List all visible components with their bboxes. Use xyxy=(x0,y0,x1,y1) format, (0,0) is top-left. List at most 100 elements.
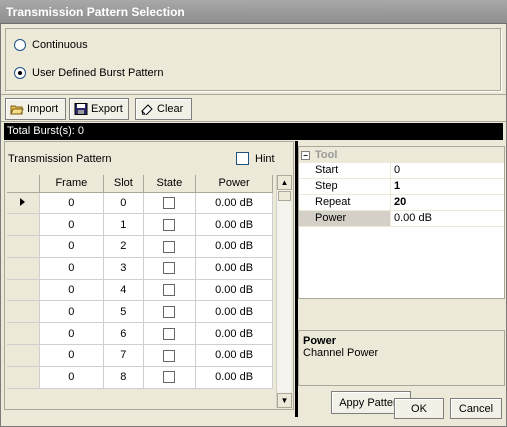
table-row[interactable]: 0 8 0.00 dB xyxy=(7,366,273,389)
row-selector[interactable] xyxy=(7,235,40,258)
cell-frame[interactable]: 0 xyxy=(39,235,105,258)
col-header-state[interactable]: State xyxy=(143,175,197,193)
row-selector[interactable] xyxy=(7,279,40,302)
property-value[interactable]: 0.00 dB xyxy=(391,211,504,226)
cell-power[interactable]: 0.00 dB xyxy=(195,235,273,258)
table-row[interactable]: 0 6 0.00 dB xyxy=(7,322,273,346)
cell-state[interactable] xyxy=(143,300,197,324)
floppy-disk-icon xyxy=(74,103,88,115)
cell-slot[interactable]: 6 xyxy=(103,322,144,346)
row-selector[interactable] xyxy=(7,344,40,367)
scroll-thumb[interactable] xyxy=(278,191,291,201)
cell-state[interactable] xyxy=(143,213,197,237)
cell-frame[interactable]: 0 xyxy=(39,300,105,324)
cell-frame[interactable]: 0 xyxy=(39,322,105,346)
cell-slot[interactable]: 8 xyxy=(103,366,144,389)
cell-slot[interactable]: 3 xyxy=(103,257,144,280)
cell-frame[interactable]: 0 xyxy=(39,213,105,237)
property-value[interactable]: 20 xyxy=(391,195,504,210)
cell-state[interactable] xyxy=(143,366,197,389)
radio-continuous-indicator[interactable] xyxy=(14,39,26,51)
cancel-button[interactable]: Cancel xyxy=(450,398,502,419)
cell-power[interactable]: 0.00 dB xyxy=(195,322,273,346)
cell-frame[interactable]: 0 xyxy=(39,257,105,280)
property-row-start[interactable]: Start 0 xyxy=(299,163,504,179)
cell-power[interactable]: 0.00 dB xyxy=(195,366,273,389)
radio-continuous[interactable]: Continuous xyxy=(14,39,88,51)
import-button[interactable]: Import xyxy=(5,98,66,120)
table-row[interactable]: 0 2 0.00 dB xyxy=(7,235,273,258)
table-row[interactable]: 0 5 0.00 dB xyxy=(7,300,273,324)
dialog-body: Continuous User Defined Burst Pattern Im… xyxy=(0,24,507,427)
current-row-arrow-icon xyxy=(20,197,26,206)
radio-user-defined[interactable]: User Defined Burst Pattern xyxy=(14,67,163,79)
property-value[interactable]: 0 xyxy=(391,163,504,178)
cell-slot[interactable]: 0 xyxy=(103,192,144,215)
cell-power[interactable]: 0.00 dB xyxy=(195,344,273,367)
table-row[interactable]: 0 0 0.00 dB xyxy=(7,192,273,215)
cell-frame[interactable]: 0 xyxy=(39,366,105,389)
total-bursts-label: Total Burst(s): 0 xyxy=(7,125,85,137)
cell-frame[interactable]: 0 xyxy=(39,344,105,367)
title-bar[interactable]: Transmission Pattern Selection xyxy=(0,0,507,24)
state-checkbox[interactable] xyxy=(163,284,176,297)
col-header-frame[interactable]: Frame xyxy=(39,175,105,193)
property-row-power[interactable]: Power 0.00 dB xyxy=(299,211,504,227)
cell-frame[interactable]: 0 xyxy=(39,192,105,215)
table-row[interactable]: 0 4 0.00 dB xyxy=(7,279,273,302)
tool-category-label: Tool xyxy=(315,149,338,161)
cell-state[interactable] xyxy=(143,257,197,280)
state-checkbox[interactable] xyxy=(163,327,176,340)
table-row[interactable]: 0 1 0.00 dB xyxy=(7,213,273,237)
cell-state[interactable] xyxy=(143,192,197,215)
cell-slot[interactable]: 1 xyxy=(103,213,144,237)
row-selector[interactable] xyxy=(7,257,40,280)
state-checkbox[interactable] xyxy=(163,218,176,231)
state-checkbox[interactable] xyxy=(163,349,176,362)
cell-slot[interactable]: 5 xyxy=(103,300,144,324)
row-selector[interactable] xyxy=(7,322,40,346)
hint-checkbox-box[interactable] xyxy=(236,152,249,165)
cell-state[interactable] xyxy=(143,279,197,302)
state-checkbox[interactable] xyxy=(163,305,176,318)
tool-category[interactable]: − Tool xyxy=(299,147,504,163)
cell-power[interactable]: 0.00 dB xyxy=(195,300,273,324)
cell-power[interactable]: 0.00 dB xyxy=(195,192,273,215)
pattern-scrollbar[interactable]: ▲ ▼ xyxy=(276,175,292,408)
row-selector[interactable] xyxy=(7,366,40,389)
cell-state[interactable] xyxy=(143,322,197,346)
table-row[interactable]: 0 3 0.00 dB xyxy=(7,257,273,280)
table-row[interactable]: 0 7 0.00 dB xyxy=(7,344,273,367)
hint-checkbox[interactable]: Hint xyxy=(236,152,275,165)
row-selector[interactable] xyxy=(7,300,40,324)
col-header-slot[interactable]: Slot xyxy=(103,175,144,193)
export-label: Export xyxy=(91,103,123,115)
state-checkbox[interactable] xyxy=(163,371,176,384)
ok-button[interactable]: OK xyxy=(394,398,444,419)
cell-slot[interactable]: 4 xyxy=(103,279,144,302)
scroll-down-button[interactable]: ▼ xyxy=(277,393,292,408)
row-selector[interactable] xyxy=(7,192,40,215)
export-button[interactable]: Export xyxy=(69,98,129,120)
cell-state[interactable] xyxy=(143,235,197,258)
cell-power[interactable]: 0.00 dB xyxy=(195,257,273,280)
cell-power[interactable]: 0.00 dB xyxy=(195,213,273,237)
cell-state[interactable] xyxy=(143,344,197,367)
property-value[interactable]: 1 xyxy=(391,179,504,194)
cell-slot[interactable]: 7 xyxy=(103,344,144,367)
radio-user-defined-indicator[interactable] xyxy=(14,67,26,79)
col-header-power[interactable]: Power xyxy=(195,175,273,193)
cell-power[interactable]: 0.00 dB xyxy=(195,279,273,302)
state-checkbox[interactable] xyxy=(163,196,176,209)
state-checkbox[interactable] xyxy=(163,262,176,275)
property-row-step[interactable]: Step 1 xyxy=(299,179,504,195)
property-row-repeat[interactable]: Repeat 20 xyxy=(299,195,504,211)
scroll-up-button[interactable]: ▲ xyxy=(277,175,292,190)
cell-frame[interactable]: 0 xyxy=(39,279,105,302)
row-selector[interactable] xyxy=(7,213,40,237)
state-checkbox[interactable] xyxy=(163,240,176,253)
radio-user-defined-label: User Defined Burst Pattern xyxy=(32,67,164,79)
collapse-icon[interactable]: − xyxy=(301,150,310,160)
clear-button[interactable]: Clear xyxy=(135,98,192,120)
cell-slot[interactable]: 2 xyxy=(103,235,144,258)
